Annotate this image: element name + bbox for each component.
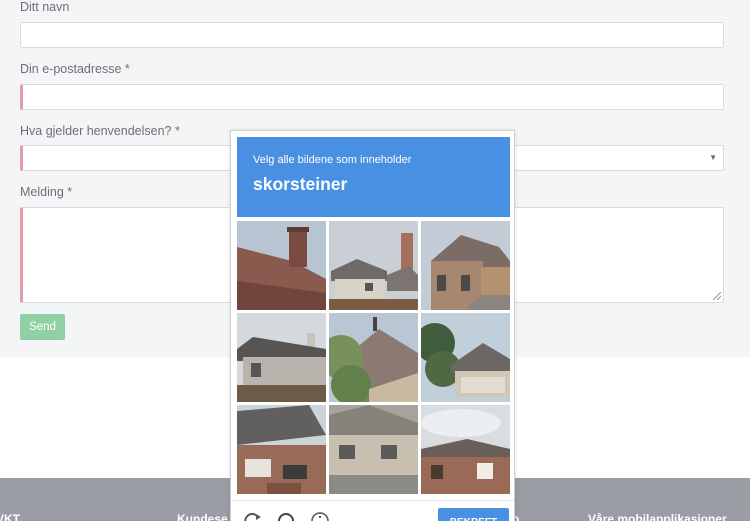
captcha-tile-2[interactable]	[329, 221, 418, 310]
name-input[interactable]	[20, 22, 724, 48]
info-icon[interactable]	[310, 511, 330, 521]
captcha-tile-8[interactable]	[329, 405, 418, 494]
captcha-header: Velg alle bildene som inneholder skorste…	[237, 137, 510, 217]
chevron-down-icon: ▼	[709, 153, 717, 162]
headphones-icon[interactable]	[276, 511, 296, 521]
captcha-tile-4[interactable]	[237, 313, 326, 402]
captcha-tile-7[interactable]	[237, 405, 326, 494]
message-label: Melding *	[20, 185, 73, 199]
captcha-tile-1[interactable]	[237, 221, 326, 310]
captcha-instruction: Velg alle bildene som inneholder	[253, 154, 412, 166]
captcha-image-grid	[237, 221, 510, 495]
reload-icon[interactable]	[243, 511, 263, 521]
captcha-tile-5[interactable]	[329, 313, 418, 402]
resize-handle-icon[interactable]	[713, 292, 721, 300]
captcha-tile-3[interactable]	[421, 221, 510, 310]
email-label: Din e-postadresse *	[20, 62, 130, 76]
footer-heading-1: VKT	[0, 512, 20, 521]
footer-heading-4: Våre mobilapplikasjoner	[588, 512, 727, 521]
subject-label: Hva gjelder henvendelsen? *	[20, 124, 180, 138]
captcha-target-word: skorsteiner	[253, 174, 348, 194]
send-button[interactable]: Send	[20, 314, 65, 340]
email-input[interactable]	[20, 84, 724, 110]
captcha-tile-9[interactable]	[421, 405, 510, 494]
footer-heading-2: Kundese	[177, 512, 228, 521]
captcha-tile-6[interactable]	[421, 313, 510, 402]
captcha-challenge: Velg alle bildene som inneholder skorste…	[230, 130, 515, 521]
captcha-footer: BEKREFT	[231, 500, 514, 521]
verify-button[interactable]: BEKREFT	[438, 508, 509, 521]
name-label: Ditt navn	[20, 0, 70, 14]
